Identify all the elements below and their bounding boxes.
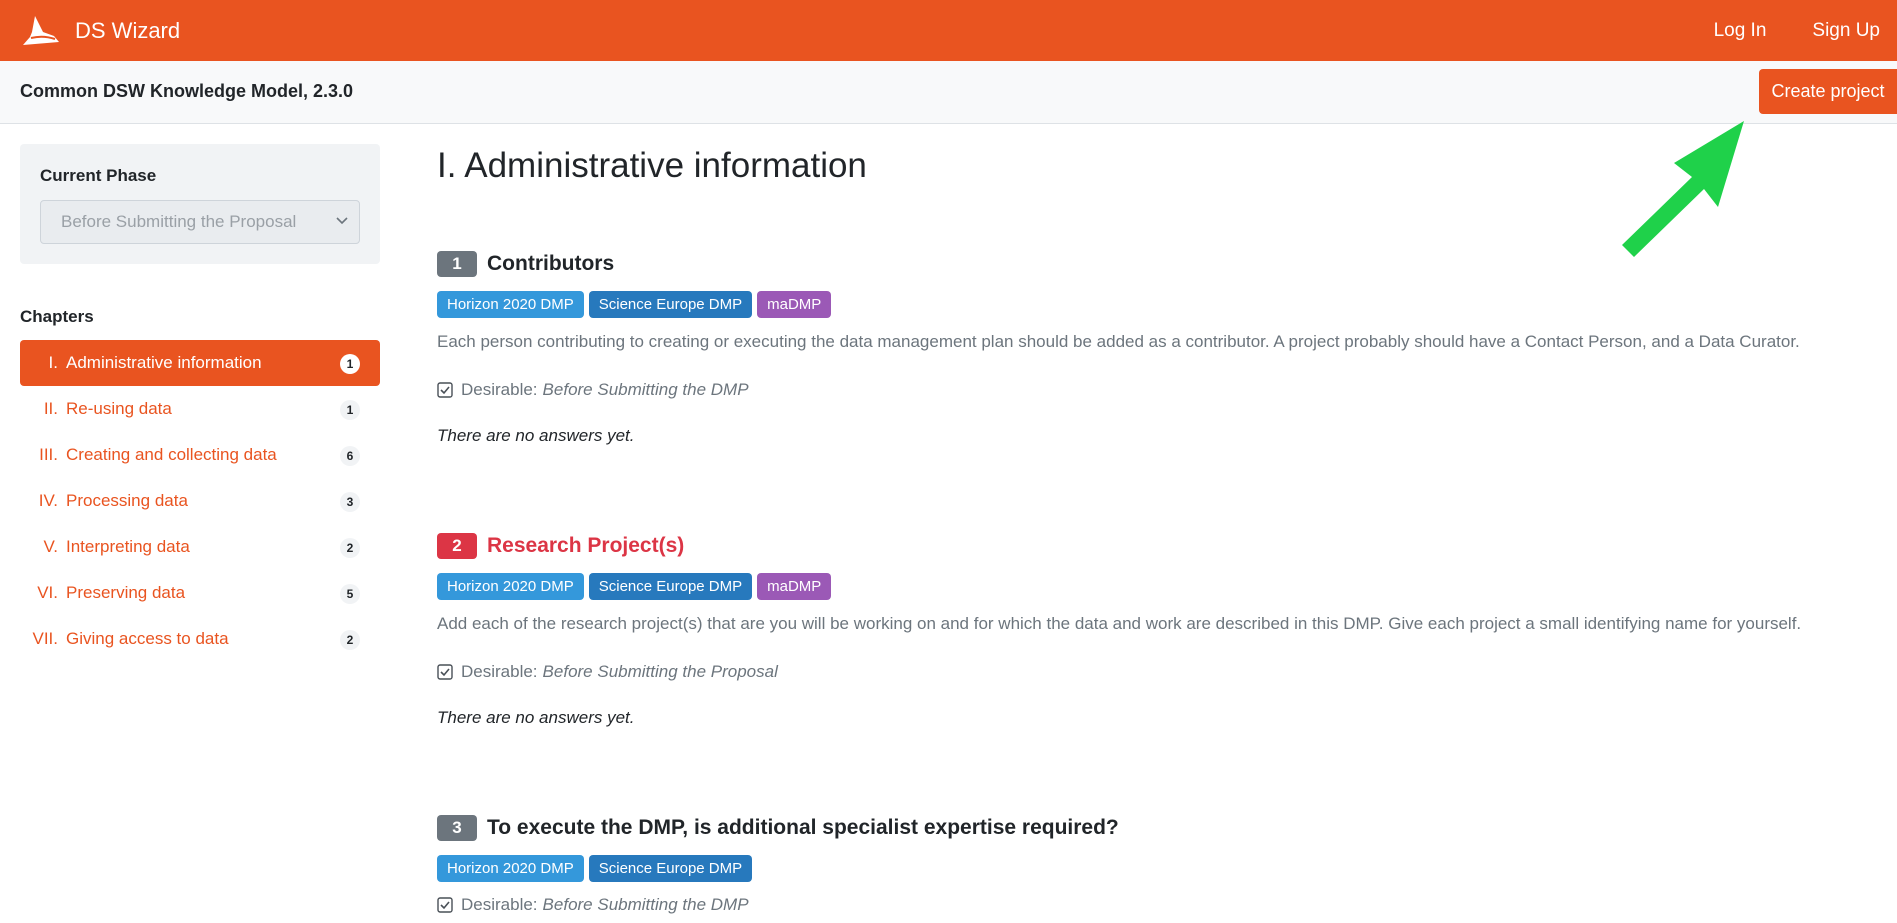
question-title: To execute the DMP, is additional specia…: [487, 816, 1119, 839]
question-description: Add each of the research project(s) that…: [437, 614, 1802, 633]
tag-science-europe-dmp: Science Europe DMP: [588, 855, 753, 882]
desirable-phase: Before Submitting the DMP: [542, 895, 749, 914]
chapter-list: I. Administrative information 1 II. Re-u…: [20, 340, 380, 662]
chapter-item-processing-data[interactable]: IV. Processing data 3: [20, 478, 380, 524]
question-number-badge: 3: [437, 815, 477, 841]
checkbox-checked-icon: [437, 664, 453, 680]
tag-horizon-2020-dmp: Horizon 2020 DMP: [437, 855, 584, 882]
chapter-number: V.: [43, 537, 58, 556]
checkbox-checked-icon: [437, 897, 453, 913]
question-specialist-expertise: 3 To execute the DMP, is additional spec…: [437, 813, 1877, 916]
tag-horizon-2020-dmp: Horizon 2020 DMP: [437, 291, 584, 318]
chapter-number: VII.: [32, 629, 58, 648]
tag-science-europe-dmp: Science Europe DMP: [588, 291, 753, 318]
chapter-item-preserving-data[interactable]: VI. Preserving data 5: [20, 570, 380, 616]
chapter-number: I.: [48, 353, 58, 372]
desirable-label: Desirable:: [461, 895, 538, 914]
chapter-number: VI.: [37, 583, 58, 602]
chapter-label: Giving access to data: [66, 629, 229, 648]
chapter-count-badge: 1: [340, 354, 360, 374]
chapter-label: Interpreting data: [66, 537, 190, 556]
chevron-down-icon: [336, 217, 348, 225]
current-phase-label: Current Phase: [40, 166, 157, 185]
brand[interactable]: DS Wizard: [19, 14, 180, 48]
chapter-item-interpreting-data[interactable]: V. Interpreting data 2: [20, 524, 380, 570]
chapter-label: Creating and collecting data: [66, 445, 277, 464]
chapter-count-badge: 2: [340, 630, 360, 650]
chapter-count-badge: 1: [340, 400, 360, 420]
desirable-phase-info: Desirable: Before Submitting the DMP: [437, 379, 1877, 401]
chapter-item-administrative-information[interactable]: I. Administrative information 1: [20, 340, 380, 386]
chapter-count-badge: 2: [340, 538, 360, 558]
chapters-heading: Chapters: [20, 307, 94, 326]
question-header: 2 Research Project(s): [437, 531, 1877, 561]
chapter-item-creating-and-collecting-data[interactable]: III. Creating and collecting data 6: [20, 432, 380, 478]
phase-select-value: Before Submitting the Proposal: [61, 212, 297, 231]
chapter-label: Administrative information: [66, 353, 262, 372]
tag-list: Horizon 2020 DMP Science Europe DMP maDM…: [437, 291, 1877, 318]
chapter-count-badge: 5: [340, 584, 360, 604]
chapter-number: III.: [39, 445, 58, 464]
question-title: Research Project(s): [487, 534, 685, 557]
question-research-projects: 2 Research Project(s) Horizon 2020 DMP S…: [437, 531, 1877, 730]
no-answers-text: There are no answers yet.: [437, 708, 635, 727]
question-description: Each person contributing to creating or …: [437, 332, 1800, 351]
create-project-button[interactable]: Create project: [1759, 69, 1897, 114]
tag-horizon-2020-dmp: Horizon 2020 DMP: [437, 573, 584, 600]
signup-link[interactable]: Sign Up: [1812, 20, 1880, 42]
knowledge-model-title: Common DSW Knowledge Model, 2.3.0: [20, 81, 354, 101]
login-link[interactable]: Log In: [1714, 20, 1767, 42]
wizard-hat-icon: [23, 15, 59, 45]
question-header: 3 To execute the DMP, is additional spec…: [437, 813, 1877, 843]
question-title: Contributors: [487, 252, 615, 275]
chapter-count-badge: 6: [340, 446, 360, 466]
question-number-badge: 1: [437, 251, 477, 277]
tag-madmp: maDMP: [757, 573, 832, 600]
km-header: Common DSW Knowledge Model, 2.3.0 Create…: [0, 61, 1897, 124]
annotation-arrow: [1622, 121, 1744, 257]
no-answers-text: There are no answers yet.: [437, 426, 635, 445]
desirable-label: Desirable:: [461, 662, 538, 681]
checkbox-checked-icon: [437, 382, 453, 398]
chapter-label: Re-using data: [66, 399, 172, 418]
chapter-item-giving-access-to-data[interactable]: VII. Giving access to data 2: [20, 616, 380, 662]
chapter-number: II.: [43, 399, 58, 418]
chapter-item-re-using-data[interactable]: II. Re-using data 1: [20, 386, 380, 432]
chapter-label: Processing data: [66, 491, 188, 510]
current-phase-card: Current Phase Before Submitting the Prop…: [20, 144, 380, 264]
brand-name: DS Wizard: [75, 17, 181, 43]
tag-list: Horizon 2020 DMP Science Europe DMP: [437, 855, 1877, 882]
tag-science-europe-dmp: Science Europe DMP: [588, 573, 753, 600]
tag-list: Horizon 2020 DMP Science Europe DMP maDM…: [437, 573, 1877, 600]
top-navbar: DS Wizard Log In Sign Up: [0, 0, 1897, 61]
chapter-count-badge: 3: [340, 492, 360, 512]
question-contributors: 1 Contributors Horizon 2020 DMP Science …: [437, 249, 1877, 448]
desirable-phase: Before Submitting the Proposal: [542, 662, 778, 681]
top-nav: Log In Sign Up: [1714, 0, 1897, 61]
chapter-label: Preserving data: [66, 583, 186, 602]
desirable-phase-info: Desirable: Before Submitting the DMP: [437, 894, 1877, 916]
desirable-phase-info: Desirable: Before Submitting the Proposa…: [437, 661, 1877, 683]
tag-madmp: maDMP: [757, 291, 832, 318]
chapter-number: IV.: [38, 491, 58, 510]
desirable-label: Desirable:: [461, 380, 538, 399]
desirable-phase: Before Submitting the DMP: [542, 380, 749, 399]
chapter-title: I. Administrative information: [437, 146, 867, 185]
phase-select[interactable]: Before Submitting the Proposal: [40, 200, 360, 244]
question-number-badge: 2: [437, 533, 477, 559]
